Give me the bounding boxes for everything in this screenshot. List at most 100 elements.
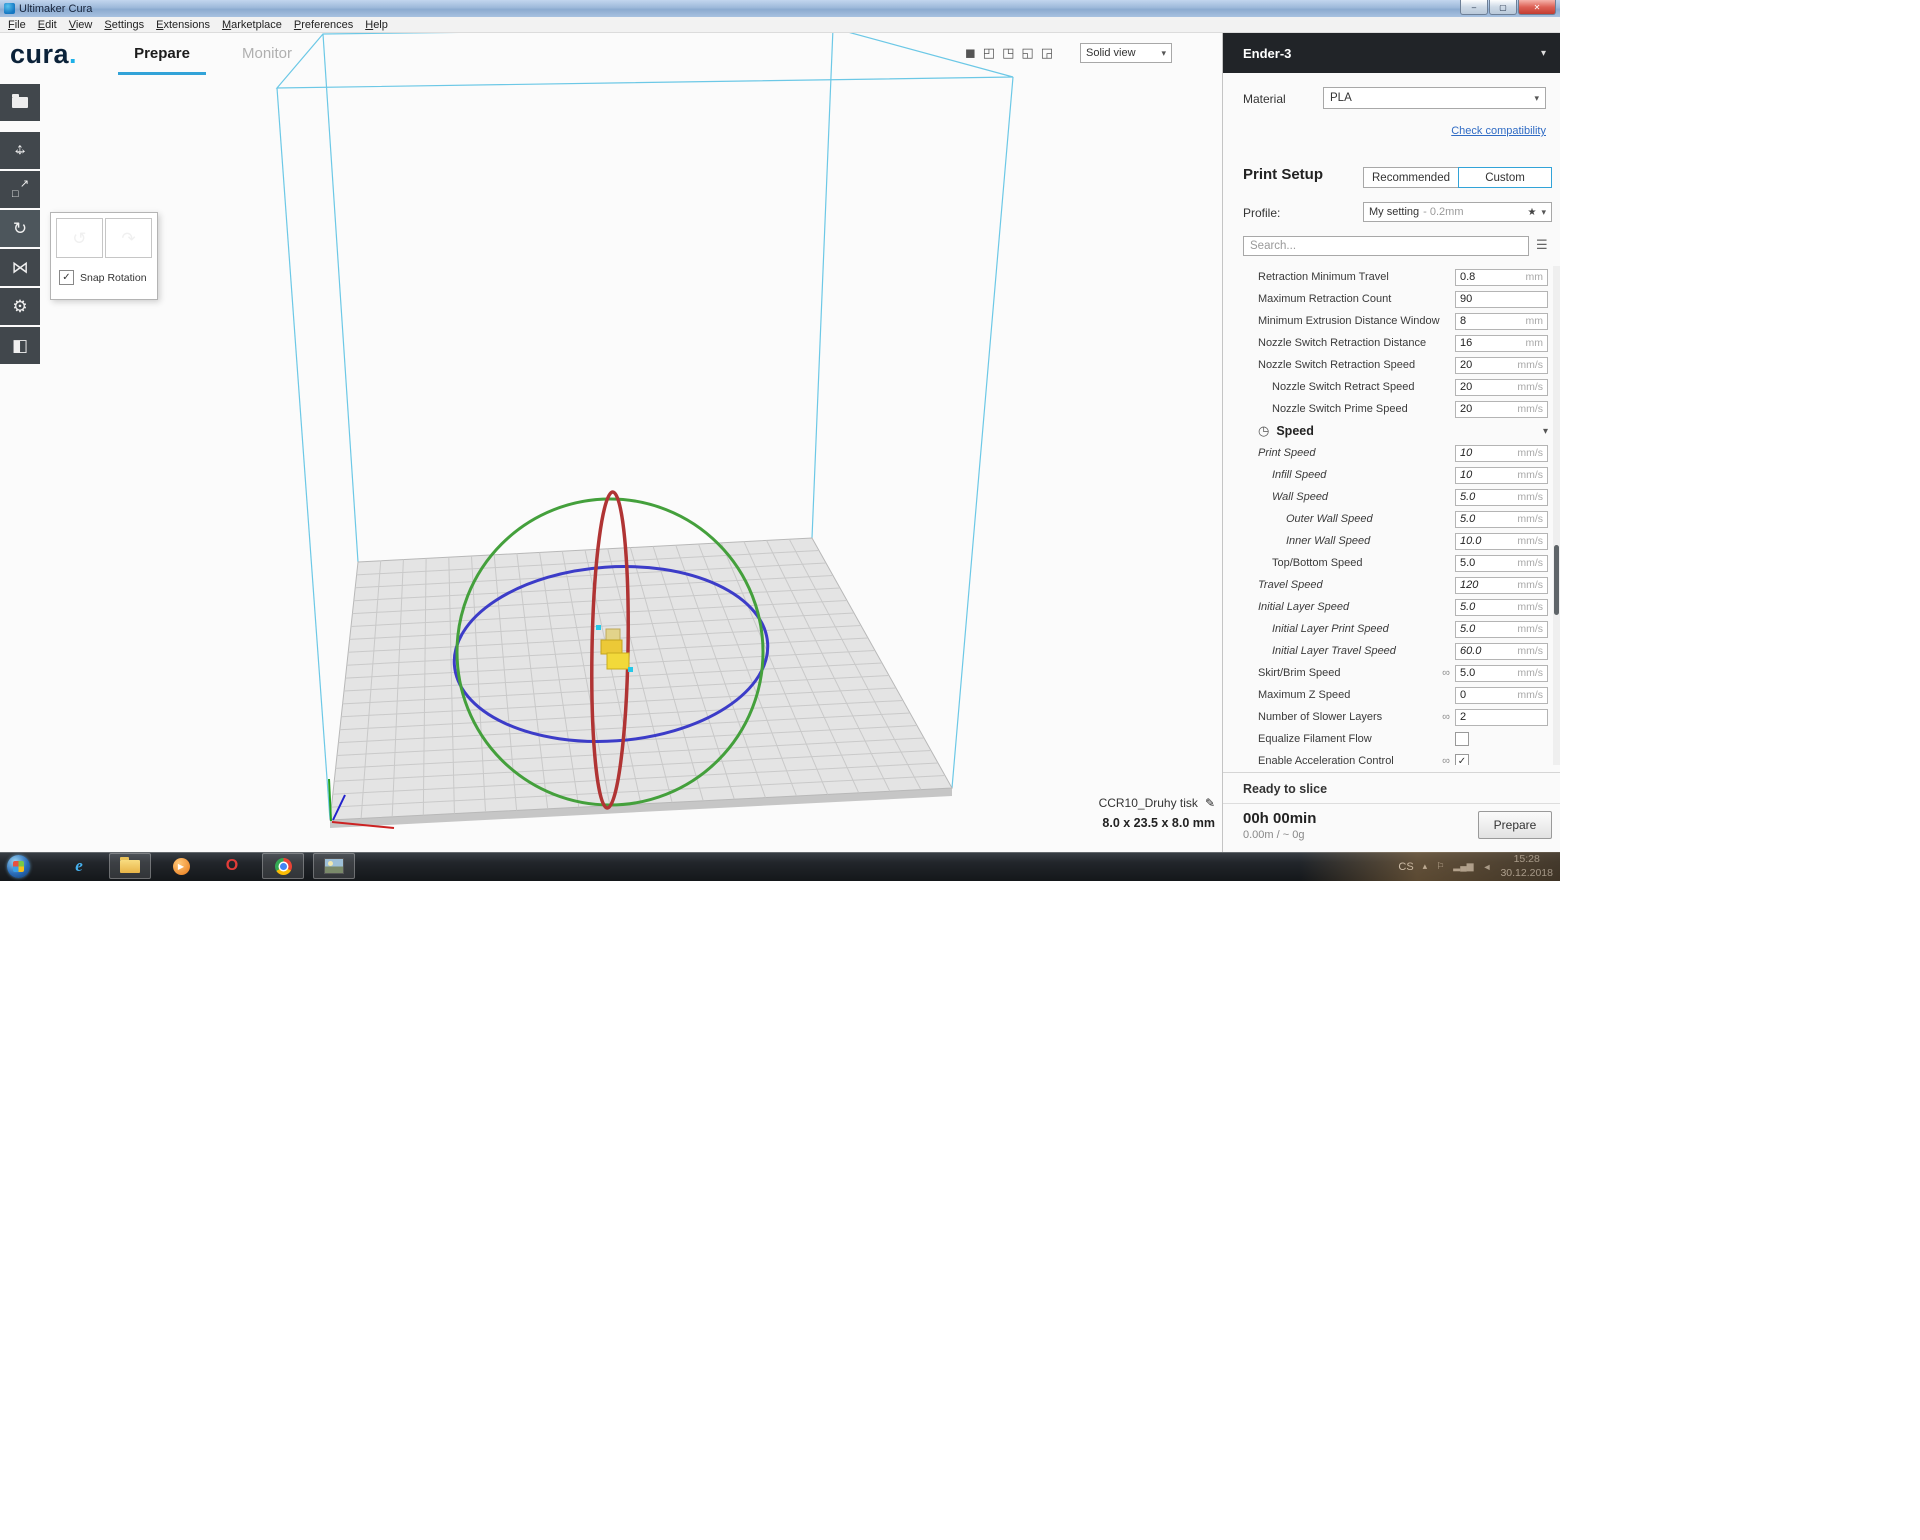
setting-row[interactable]: Initial Layer Travel Speed60.0mm/s: [1223, 640, 1560, 662]
support-blocker-tool-button[interactable]: ◧: [0, 327, 40, 364]
setting-row[interactable]: Skirt/Brim Speed∞5.0mm/s: [1223, 662, 1560, 684]
setting-row[interactable]: Nozzle Switch Prime Speed20mm/s: [1223, 398, 1560, 420]
setting-row[interactable]: Maximum Retraction Count90: [1223, 288, 1560, 310]
system-tray: CS ▴ ⚐ ▂▄▆ ◄ 15:28 30.12.2018: [1398, 852, 1558, 881]
setting-row[interactable]: Retraction Minimum Travel0.8mm: [1223, 266, 1560, 288]
settings-scrollbar[interactable]: [1553, 266, 1560, 765]
settings-menu-icon[interactable]: ☰: [1536, 237, 1548, 253]
setting-value-input[interactable]: 120mm/s: [1455, 577, 1548, 594]
setting-value-input[interactable]: 0mm/s: [1455, 687, 1548, 704]
profile-dropdown[interactable]: My setting - 0.2mm ★ ▾: [1363, 202, 1552, 222]
language-indicator[interactable]: CS: [1398, 861, 1413, 873]
setting-row[interactable]: Travel Speed120mm/s: [1223, 574, 1560, 596]
setting-value-input[interactable]: 0.8mm: [1455, 269, 1548, 286]
setting-row[interactable]: Nozzle Switch Retract Speed20mm/s: [1223, 376, 1560, 398]
action-center-icon[interactable]: ⚐: [1436, 861, 1444, 872]
scrollbar-thumb[interactable]: [1554, 545, 1559, 615]
start-button[interactable]: [7, 855, 30, 878]
minimize-button[interactable]: –: [1460, 0, 1488, 15]
setting-value-input[interactable]: 60.0mm/s: [1455, 643, 1548, 660]
setting-value-input[interactable]: 20mm/s: [1455, 357, 1548, 374]
menu-extensions[interactable]: Extensions: [150, 17, 216, 33]
setting-value-input[interactable]: 10mm/s: [1455, 467, 1548, 484]
setting-label: Nozzle Switch Retraction Speed: [1258, 359, 1415, 371]
settings-category-row[interactable]: ◷Speed▾: [1223, 420, 1560, 442]
setting-checkbox[interactable]: ✓: [1455, 754, 1469, 765]
per-model-settings-tool-button[interactable]: ⚙: [0, 288, 40, 325]
menu-bar: FileEditViewSettingsExtensionsMarketplac…: [0, 17, 1560, 33]
media-player-taskbar-button[interactable]: ▶: [160, 853, 202, 879]
setting-value-input[interactable]: 10mm/s: [1455, 445, 1548, 462]
volume-icon[interactable]: ◄: [1483, 862, 1492, 872]
viewport-3d[interactable]: CCR10_Druhy tisk ✎ 8.0 x 23.5 x 8.0 mm: [40, 33, 1222, 852]
setting-row[interactable]: Nozzle Switch Retraction Distance16mm: [1223, 332, 1560, 354]
menu-help[interactable]: Help: [359, 17, 394, 33]
prepare-button[interactable]: Prepare: [1478, 811, 1552, 839]
setting-row[interactable]: Minimum Extrusion Distance Window8mm: [1223, 310, 1560, 332]
check-compatibility-link[interactable]: Check compatibility: [1451, 125, 1546, 137]
setting-value-input[interactable]: 5.0mm/s: [1455, 489, 1548, 506]
setting-value-input[interactable]: 8 mm: [1455, 313, 1548, 330]
setting-row[interactable]: Inner Wall Speed10.0mm/s: [1223, 530, 1560, 552]
file-explorer-taskbar-button[interactable]: [109, 853, 151, 879]
opera-taskbar-button[interactable]: O: [211, 853, 253, 879]
hidden-icons-icon[interactable]: ▴: [1423, 861, 1428, 872]
setting-value-input[interactable]: 5.0mm/s: [1455, 555, 1548, 572]
maximize-button[interactable]: ▢: [1489, 0, 1517, 15]
setting-label: Initial Layer Print Speed: [1258, 623, 1389, 635]
menu-preferences[interactable]: Preferences: [288, 17, 359, 33]
setting-value: 8: [1460, 315, 1466, 327]
image-editor-taskbar-button[interactable]: [313, 853, 355, 879]
menu-file[interactable]: File: [2, 17, 32, 33]
setting-value-input[interactable]: 16mm: [1455, 335, 1548, 352]
setting-row[interactable]: Nozzle Switch Retraction Speed 20mm/s: [1223, 354, 1560, 376]
setting-row[interactable]: Wall Speed5.0mm/s: [1223, 486, 1560, 508]
chrome-taskbar-button[interactable]: [262, 853, 304, 879]
printer-selector[interactable]: Ender-3 ▾: [1223, 33, 1560, 73]
setting-row[interactable]: Maximum Z Speed0mm/s: [1223, 684, 1560, 706]
model-name-label: CCR10_Druhy tisk: [1099, 796, 1198, 810]
menu-edit[interactable]: Edit: [32, 17, 63, 33]
setting-row[interactable]: Equalize Filament Flow: [1223, 728, 1560, 750]
setting-value-input[interactable]: 10.0mm/s: [1455, 533, 1548, 550]
setting-row[interactable]: Print Speed10mm/s: [1223, 442, 1560, 464]
setting-value-input[interactable]: 5.0mm/s: [1455, 621, 1548, 638]
app-icon: [4, 3, 15, 14]
divider: [1223, 803, 1560, 804]
setting-row[interactable]: Initial Layer Print Speed 5.0mm/s: [1223, 618, 1560, 640]
setting-value-input[interactable]: 5.0mm/s: [1455, 511, 1548, 528]
setting-value-input[interactable]: 2: [1455, 709, 1548, 726]
open-file-tool-button[interactable]: [0, 84, 40, 121]
menu-marketplace[interactable]: Marketplace: [216, 17, 288, 33]
setting-row[interactable]: Outer Wall Speed5.0mm/s: [1223, 508, 1560, 530]
rotate-tool-button[interactable]: ↻: [0, 210, 40, 247]
settings-search-input[interactable]: [1243, 236, 1529, 256]
rename-model-icon[interactable]: ✎: [1205, 796, 1215, 810]
setting-unit: mm: [1526, 315, 1544, 327]
setting-row[interactable]: Enable Acceleration Control∞✓: [1223, 750, 1560, 765]
setting-value-input[interactable]: 20mm/s: [1455, 401, 1548, 418]
close-button[interactable]: ✕: [1518, 0, 1556, 15]
mirror-tool-button[interactable]: ⋈: [0, 249, 40, 286]
material-dropdown[interactable]: PLA ▾: [1323, 87, 1546, 109]
taskbar-clock[interactable]: 15:28 30.12.2018: [1500, 853, 1553, 879]
setting-value-input[interactable]: 5.0mm/s: [1455, 665, 1548, 682]
setting-value-input[interactable]: 20mm/s: [1455, 379, 1548, 396]
menu-view[interactable]: View: [63, 17, 99, 33]
setting-checkbox[interactable]: [1455, 732, 1469, 746]
setting-row[interactable]: Infill Speed10mm/s: [1223, 464, 1560, 486]
scale-tool-button[interactable]: [0, 171, 40, 208]
move-tool-button[interactable]: [0, 132, 40, 169]
setting-value: 10: [1460, 447, 1472, 459]
recommended-button[interactable]: Recommended: [1363, 167, 1459, 188]
setting-row[interactable]: Initial Layer Speed5.0mm/s: [1223, 596, 1560, 618]
setting-value-input[interactable]: 90: [1455, 291, 1548, 308]
internet-explorer-taskbar-button[interactable]: e: [58, 853, 100, 879]
custom-button[interactable]: Custom: [1458, 167, 1552, 188]
network-icon[interactable]: ▂▄▆: [1453, 861, 1473, 872]
link-icon: ∞: [1442, 667, 1450, 679]
menu-settings[interactable]: Settings: [98, 17, 150, 33]
setting-row[interactable]: Top/Bottom Speed5.0mm/s: [1223, 552, 1560, 574]
setting-value-input[interactable]: 5.0mm/s: [1455, 599, 1548, 616]
setting-row[interactable]: Number of Slower Layers∞2: [1223, 706, 1560, 728]
